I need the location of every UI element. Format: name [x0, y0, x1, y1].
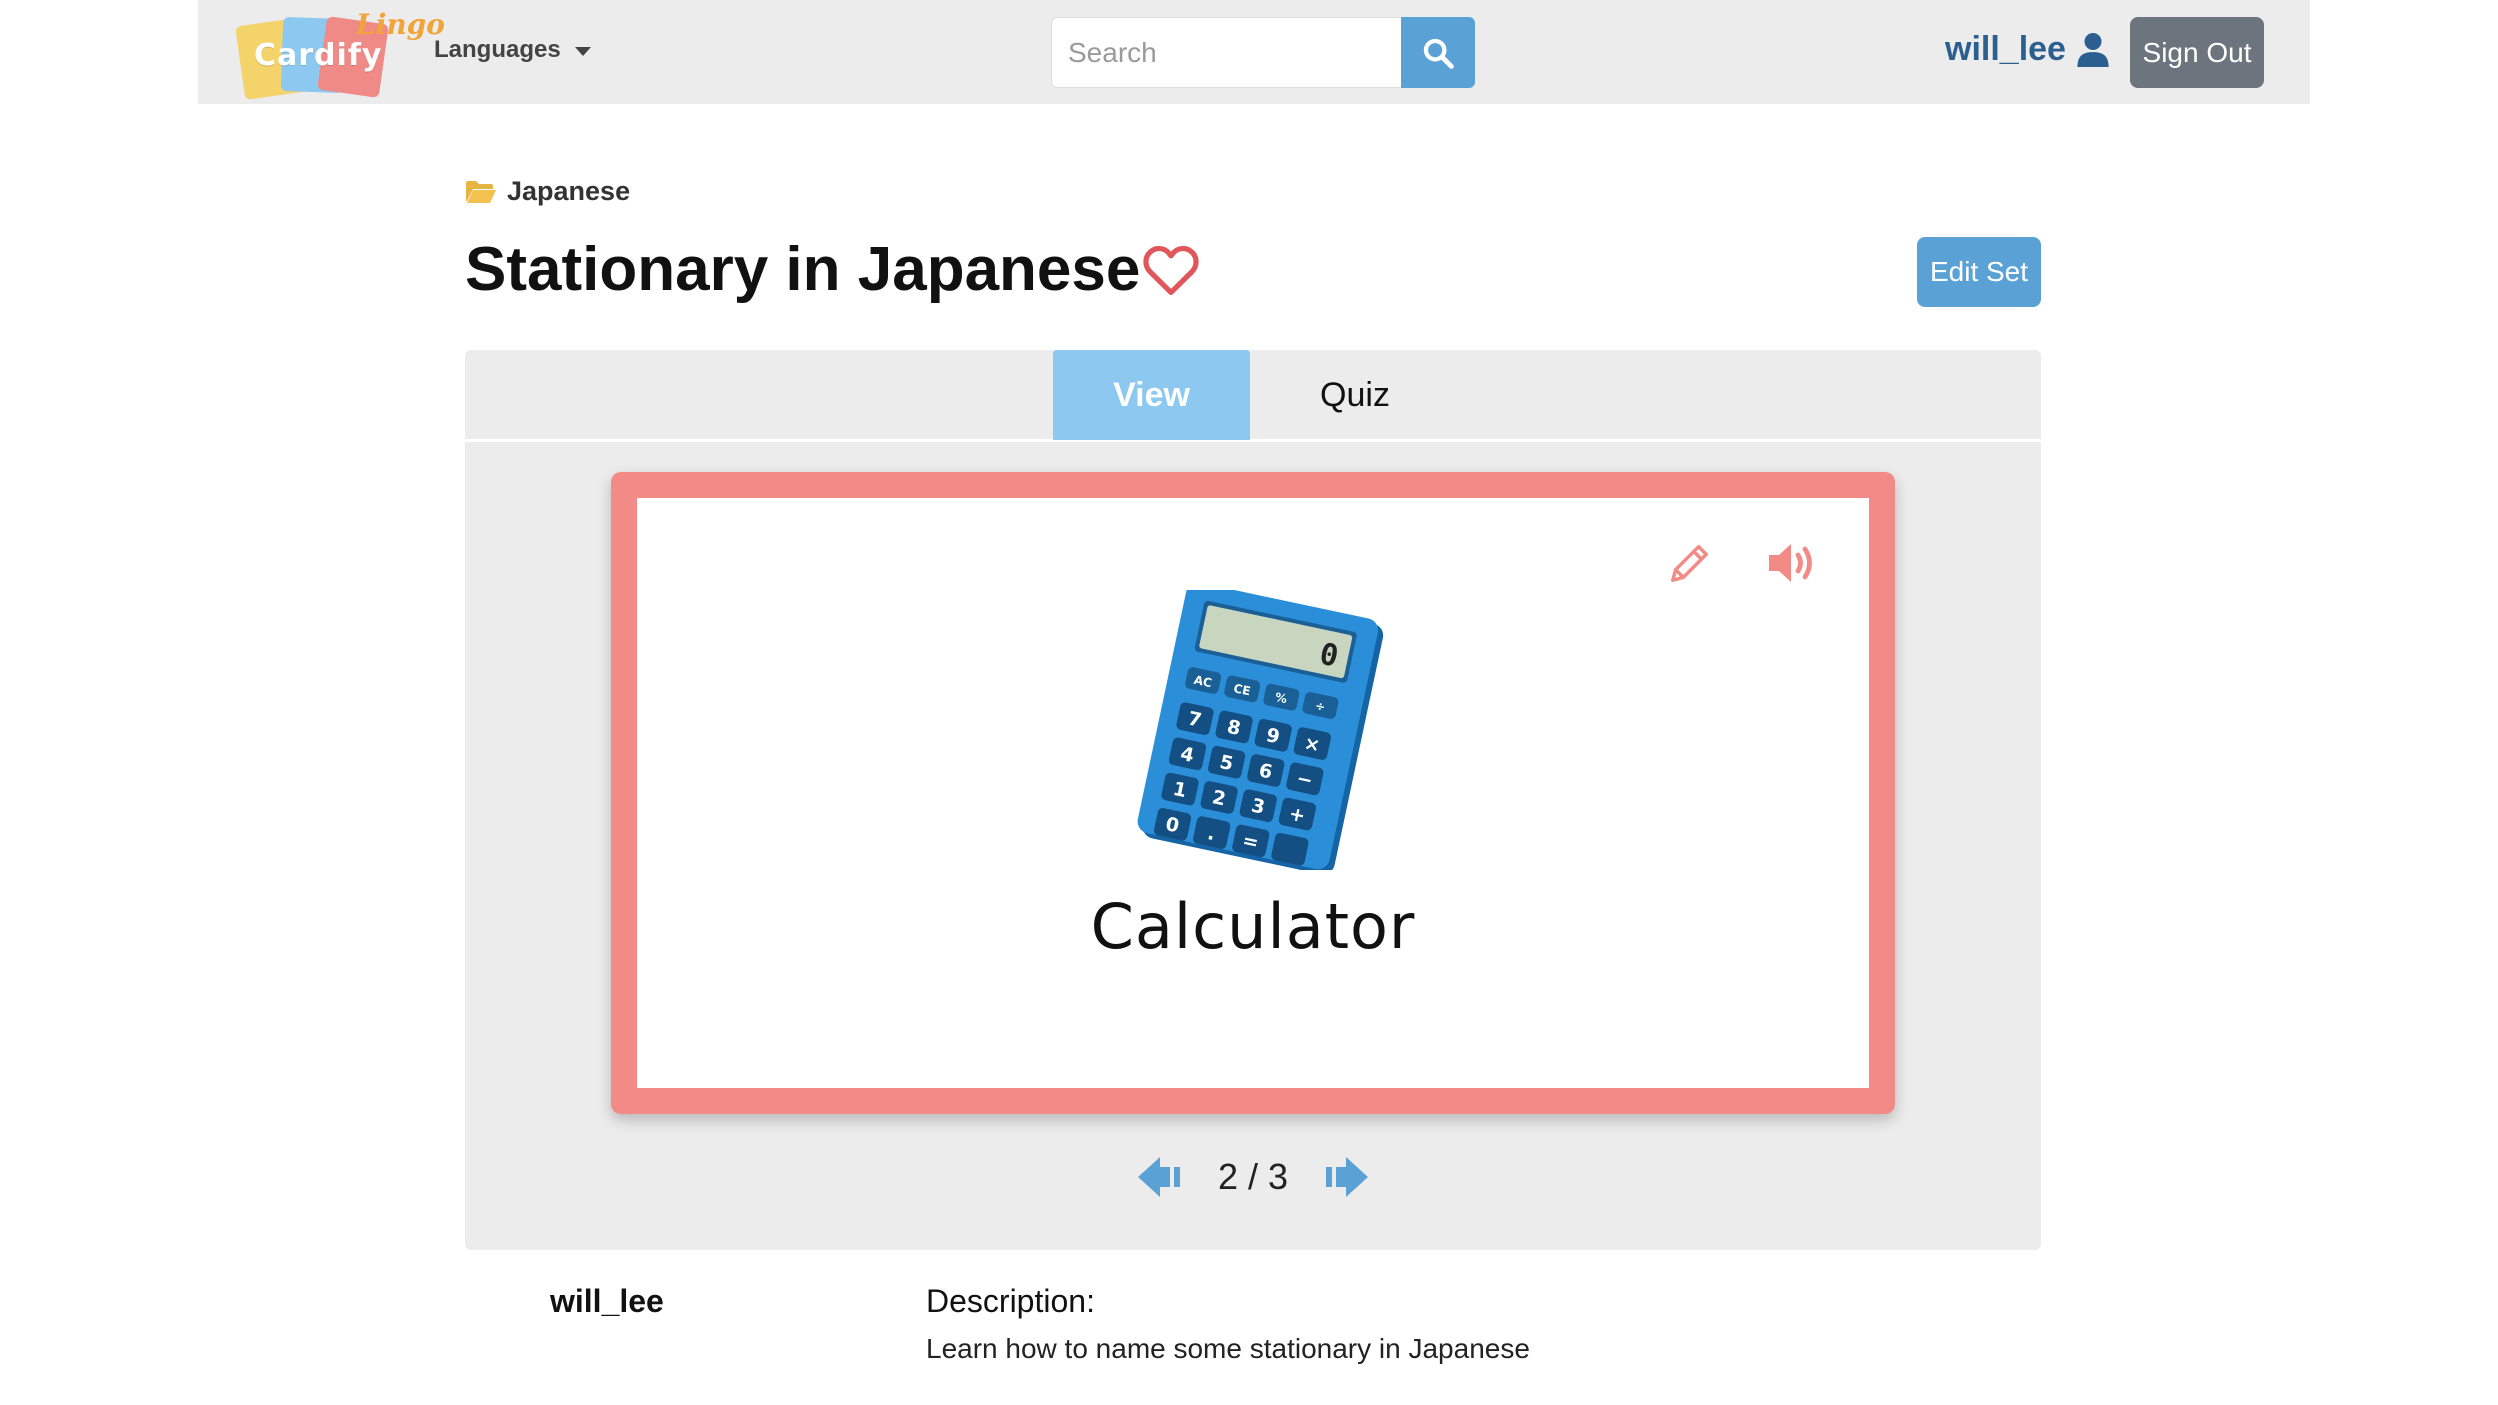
pager: 2 / 3	[465, 1155, 2041, 1199]
tab-quiz[interactable]: Quiz	[1250, 350, 1460, 440]
logo-subtext: Lingo	[356, 8, 445, 41]
tabs-bar: View Quiz	[465, 350, 2041, 442]
user-icon	[2077, 32, 2109, 67]
search-form	[1051, 17, 1475, 88]
arrow-right-icon[interactable]	[1322, 1155, 1370, 1199]
page-counter: 2 / 3	[1217, 1156, 1289, 1197]
pencil-icon[interactable]	[1667, 540, 1713, 586]
heart-outline-icon[interactable]	[1142, 244, 1200, 296]
navbar: Cardify Lingo Languages will_lee Sign Ou…	[198, 0, 2310, 104]
breadcrumb[interactable]: Japanese	[465, 176, 630, 207]
description-text: Learn how to name some stationary in Jap…	[926, 1333, 1530, 1364]
search-input[interactable]	[1051, 17, 1401, 88]
search-icon	[1423, 38, 1454, 69]
breadcrumb-language: Japanese	[507, 176, 631, 206]
arrow-left-icon[interactable]	[1136, 1155, 1184, 1199]
flashcard-panel: View Quiz 0 AC CE% ÷ 7 8 9 × 4 5 6 − 1 2…	[465, 350, 2041, 1250]
flashcard-face: 0 AC CE% ÷ 7 8 9 × 4 5 6−1 2 3 +0. = Calculator	[637, 498, 1869, 1088]
volume-icon[interactable]	[1765, 538, 1821, 588]
calculator-image: 0 AC CE %÷7 8 9 ×4 5 6 −1 2 3 +0. =	[1137, 590, 1384, 870]
description-label: Description:	[926, 1283, 1095, 1319]
search-button[interactable]	[1401, 17, 1475, 88]
username: will_lee	[1945, 30, 2066, 68]
tab-view[interactable]: View	[1053, 350, 1250, 440]
flashcard-word: Calculator	[1090, 890, 1416, 963]
logo-text: Cardify	[254, 38, 383, 73]
set-author[interactable]: will_lee	[550, 1283, 664, 1320]
sign-out-button[interactable]: Sign Out	[2130, 17, 2264, 88]
page-title: Stationary in Japanese	[465, 235, 1141, 304]
folder-open-icon	[466, 180, 496, 203]
edit-set-button[interactable]: Edit Set	[1917, 237, 2041, 307]
flashcard[interactable]: 0 AC CE% ÷ 7 8 9 × 4 5 6−1 2 3 +0. = Calculator	[611, 472, 1895, 1114]
user-profile-link[interactable]: will_lee	[1945, 30, 2110, 69]
languages-label: Languages	[434, 36, 561, 63]
chevron-down-icon	[574, 47, 591, 56]
cardify-lingo-logo[interactable]: Cardify Lingo	[235, 8, 445, 100]
languages-dropdown[interactable]: Languages	[434, 36, 591, 64]
